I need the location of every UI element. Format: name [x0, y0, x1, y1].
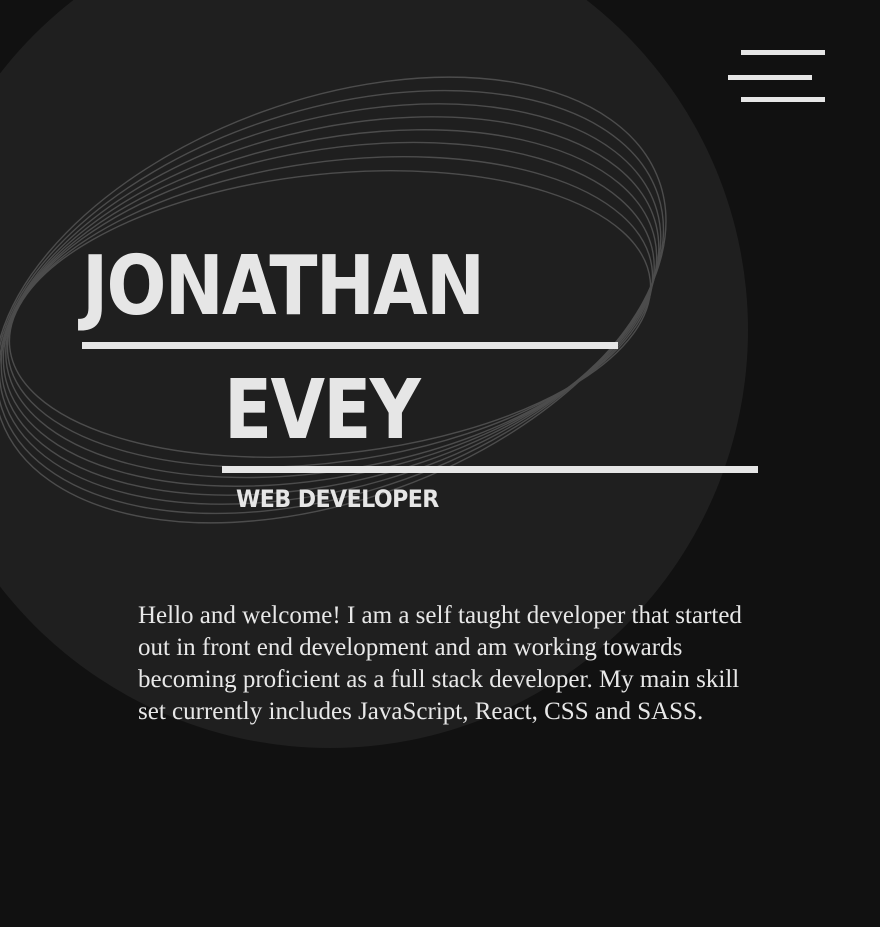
about-intro-text: Hello and welcome! I am a self taught de…: [138, 602, 742, 725]
first-name-underline: [82, 342, 618, 349]
page: JONATHAN EVEY WEB DEVELOPER Hello and we…: [0, 0, 880, 927]
hamburger-menu-icon: [741, 50, 825, 55]
hero-first-name: JONATHAN: [82, 239, 485, 334]
last-name-underline: [222, 466, 758, 473]
hero-last-name: EVEY: [224, 363, 421, 458]
background-circle-art: [0, 0, 748, 748]
hamburger-menu-button[interactable]: [726, 48, 828, 106]
hero-role-subtitle: WEB DEVELOPER: [236, 485, 439, 513]
hamburger-menu-icon-bar: [741, 97, 825, 102]
hamburger-menu-icon-bar: [728, 75, 812, 80]
